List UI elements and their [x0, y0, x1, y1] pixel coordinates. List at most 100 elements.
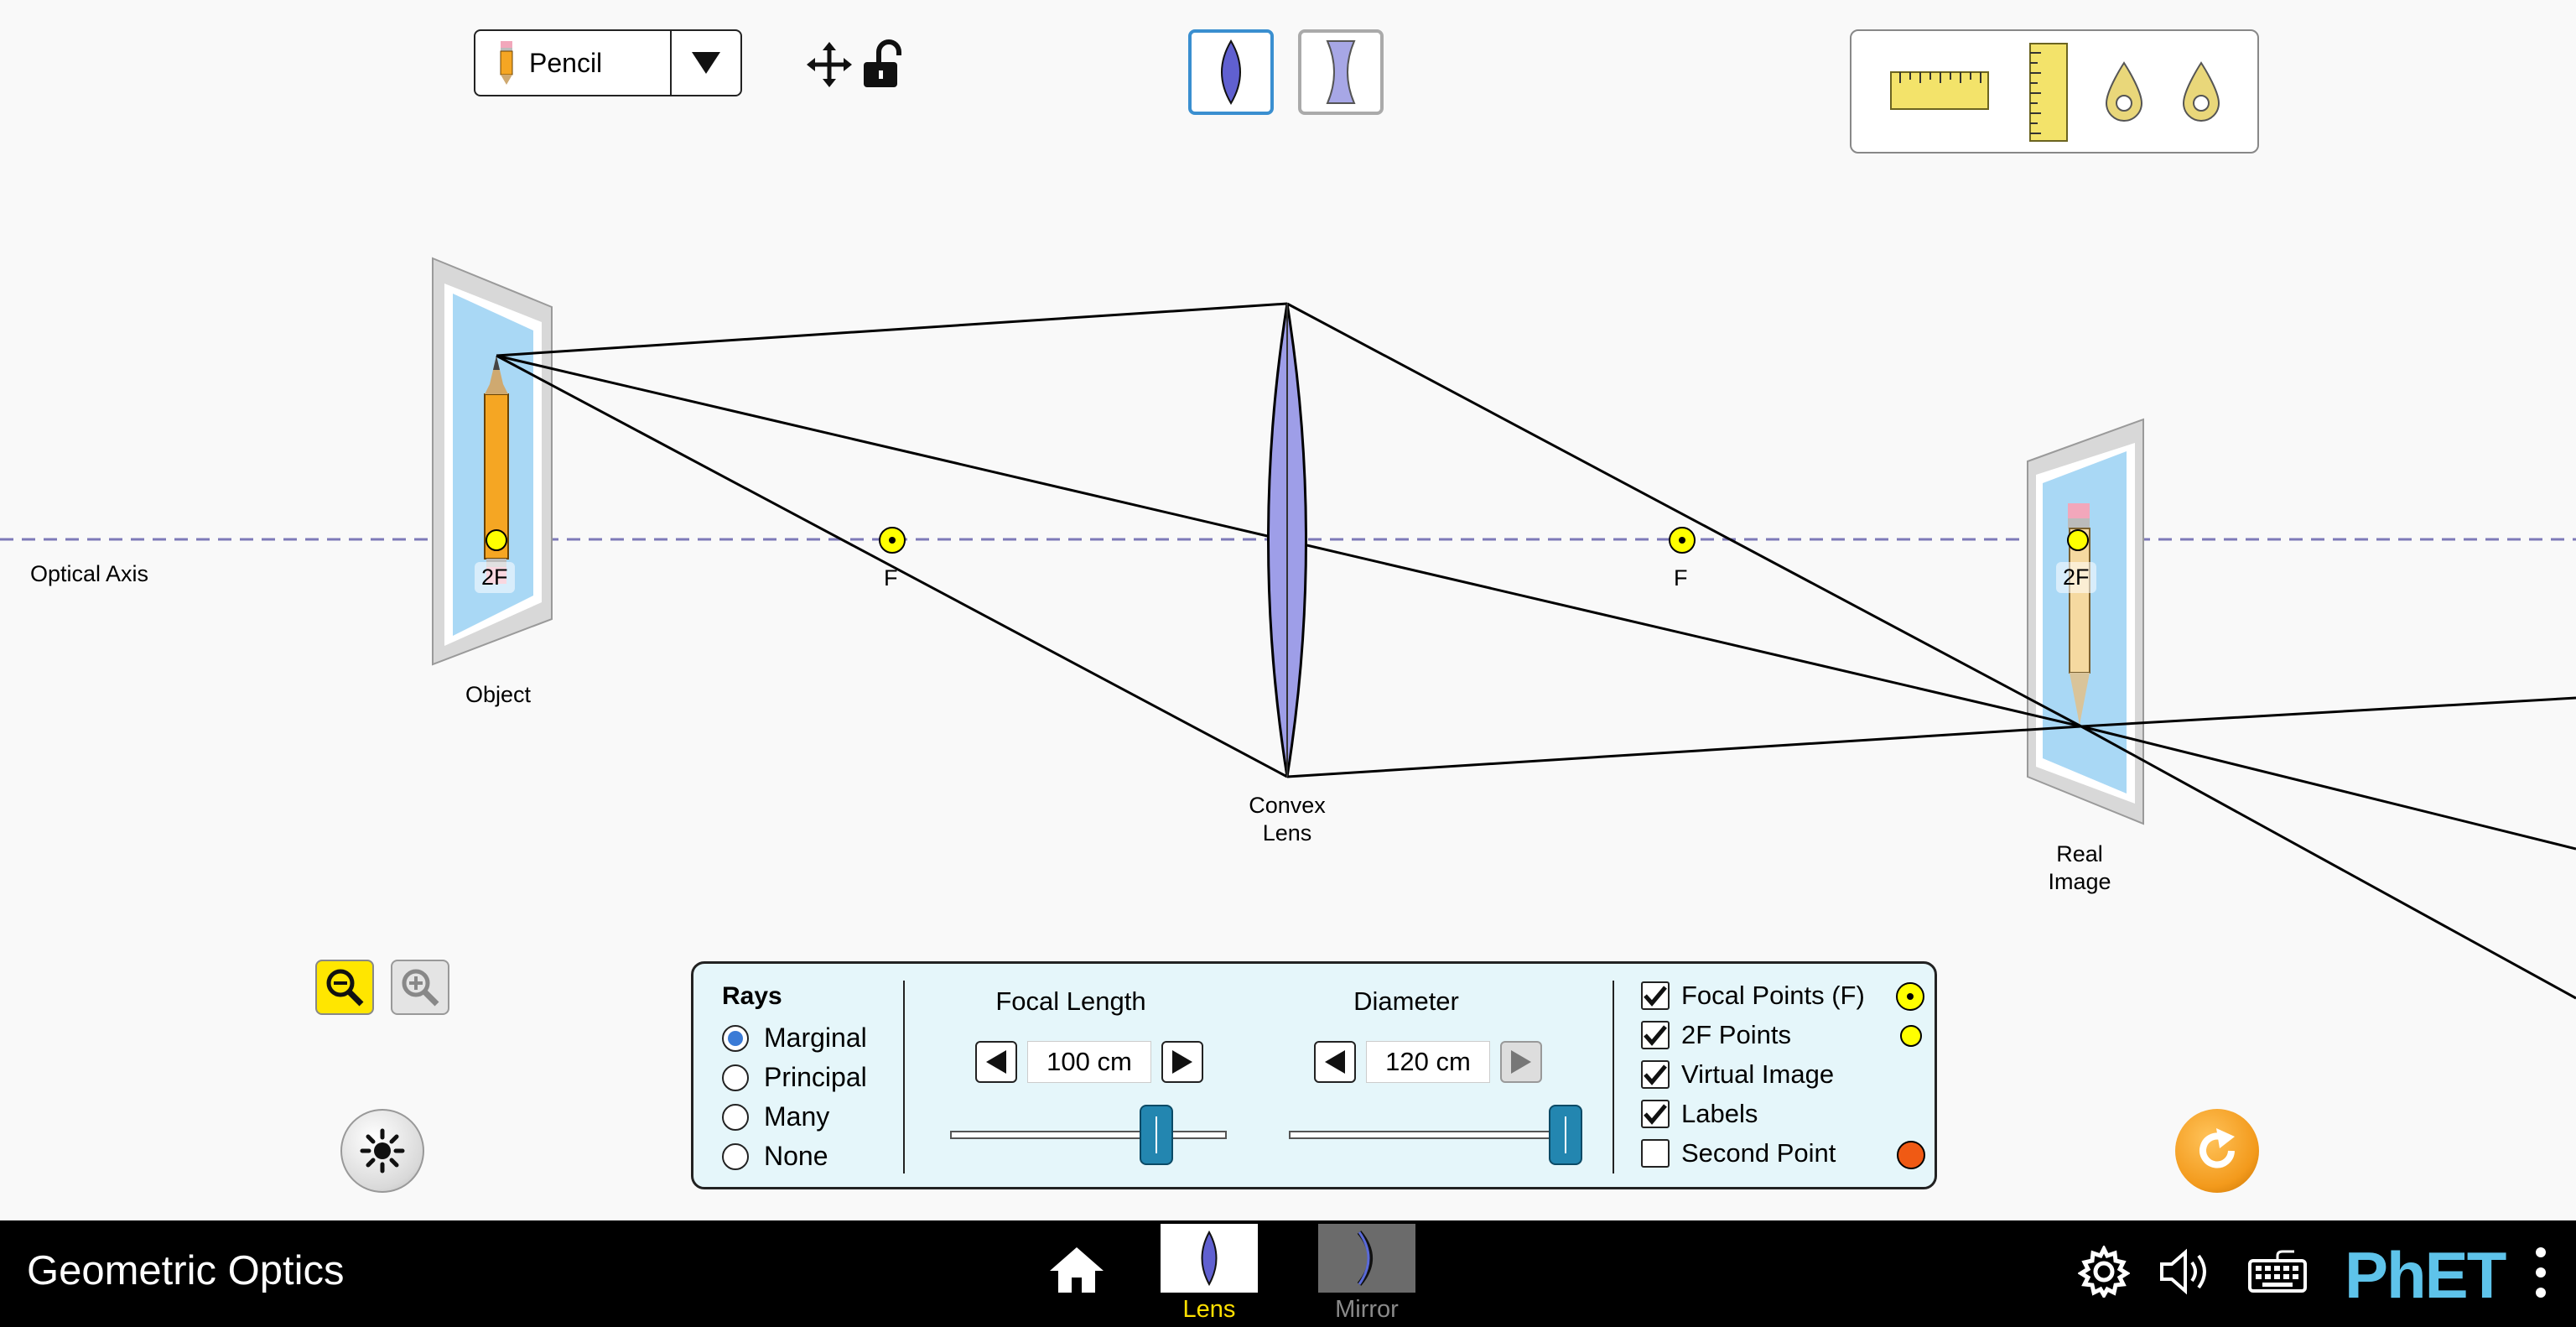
- checkbox-2f-points[interactable]: 2F Points: [1641, 1020, 1791, 1050]
- checkbox-virtual-image[interactable]: Virtual Image: [1641, 1059, 1834, 1090]
- ray-option-many[interactable]: Many: [722, 1101, 829, 1132]
- lens-label-line2: Lens: [1262, 820, 1312, 846]
- audio-icon[interactable]: [2158, 1246, 2217, 1298]
- focal-length-decrement[interactable]: [975, 1041, 1017, 1083]
- ray-option-label: None: [764, 1141, 828, 1171]
- second-point-legend-icon: [1897, 1141, 1925, 1169]
- object-label: Object: [465, 682, 532, 707]
- radio-button[interactable]: [722, 1142, 749, 1170]
- focal-point-right: [1669, 527, 1696, 554]
- checkbox-label: Second Point: [1681, 1138, 1836, 1168]
- checkmark-icon: [1644, 986, 1667, 1007]
- light-source-button[interactable]: [340, 1109, 424, 1193]
- twoF-label-left: 2F: [475, 562, 515, 593]
- rays-title: Rays: [722, 982, 782, 1010]
- zoom-out-icon: [326, 969, 364, 1007]
- phet-logo[interactable]: PhET: [2345, 1237, 2506, 1314]
- pencil-icon: [500, 41, 513, 85]
- image-label: Real Image: [2029, 840, 2130, 896]
- object-frame[interactable]: [432, 257, 553, 666]
- checkbox[interactable]: [1641, 981, 1670, 1010]
- concave-lens-button[interactable]: [1298, 29, 1384, 115]
- horizontal-ruler-icon[interactable]: [1890, 71, 1989, 110]
- light-sensor-icon[interactable]: [2180, 61, 2222, 123]
- ray-option-principal[interactable]: Principal: [722, 1062, 867, 1093]
- diameter-slider-thumb[interactable]: [1549, 1105, 1582, 1165]
- lens-label-line1: Convex: [1249, 793, 1326, 818]
- app-title: Geometric Optics: [27, 1248, 345, 1293]
- checkbox-labels[interactable]: Labels: [1641, 1099, 1758, 1129]
- image-label-line1: Real: [2056, 841, 2103, 866]
- checkbox[interactable]: [1641, 1060, 1670, 1089]
- image-label-line2: Image: [2048, 869, 2111, 894]
- home-icon[interactable]: [1048, 1246, 1105, 1294]
- convex-lens-icon: [1221, 39, 1241, 105]
- convex-lens-icon: [1201, 1231, 1218, 1286]
- checkbox-label: Labels: [1681, 1099, 1758, 1128]
- screen-tab-mirror-label[interactable]: Mirror: [1308, 1296, 1426, 1324]
- focal-length-increment[interactable]: [1161, 1041, 1203, 1083]
- checkbox[interactable]: [1641, 1139, 1670, 1168]
- panel-divider: [1613, 981, 1614, 1173]
- sun-icon: [360, 1128, 405, 1173]
- more-icon[interactable]: [2532, 1246, 2549, 1299]
- image-frame: [2027, 418, 2144, 825]
- right-arrow-icon: [1172, 1050, 1192, 1074]
- object-selector-label: Pencil: [529, 47, 603, 78]
- zoom-in-button[interactable]: [391, 960, 449, 1015]
- focal-length-slider-thumb[interactable]: [1140, 1105, 1173, 1165]
- left-arrow-icon: [986, 1050, 1006, 1074]
- focal-label-left: F: [884, 565, 898, 591]
- toolbox: [1850, 29, 2259, 154]
- screen-tab-mirror[interactable]: [1318, 1224, 1415, 1293]
- twoF-label-right: 2F: [2056, 562, 2096, 593]
- light-sensor-icon[interactable]: [2103, 61, 2145, 123]
- reset-all-button[interactable]: [2175, 1109, 2259, 1193]
- checkbox-label: Focal Points (F): [1681, 981, 1865, 1010]
- convex-lens-button[interactable]: [1188, 29, 1274, 115]
- twoF-point-legend-icon: [1900, 1025, 1922, 1047]
- control-panel: Rays Marginal Principal Many None Focal …: [691, 961, 1937, 1189]
- screen-tab-lens[interactable]: [1161, 1224, 1258, 1293]
- settings-icon[interactable]: [2078, 1246, 2130, 1298]
- keyboard-icon[interactable]: [2247, 1249, 2308, 1294]
- optical-axis-label: Optical Axis: [30, 561, 149, 586]
- right-arrow-icon: [1511, 1050, 1531, 1074]
- checkmark-icon: [1644, 1104, 1667, 1125]
- unlocked-padlock-icon[interactable]: [860, 39, 907, 89]
- focal-length-title: Focal Length: [995, 986, 1146, 1016]
- lens-label: Convex Lens: [1233, 792, 1342, 847]
- checkbox[interactable]: [1641, 1100, 1670, 1128]
- radio-button[interactable]: [722, 1024, 749, 1052]
- navigation-bar: Geometric Optics Lens Mirror PhET: [0, 1220, 2576, 1327]
- diameter-slider-track[interactable]: [1289, 1131, 1571, 1139]
- convex-lens[interactable]: [1267, 303, 1307, 778]
- diameter-decrement[interactable]: [1314, 1041, 1356, 1083]
- ray-option-marginal[interactable]: Marginal: [722, 1023, 867, 1054]
- twoF-point-right: [2067, 529, 2089, 551]
- diameter-title: Diameter: [1353, 986, 1459, 1016]
- object-selector[interactable]: Pencil: [474, 29, 742, 96]
- vertical-ruler-icon[interactable]: [2029, 43, 2068, 142]
- checkbox-second-point[interactable]: Second Point: [1641, 1138, 1836, 1168]
- screen-tab-lens-label[interactable]: Lens: [1150, 1296, 1268, 1324]
- focal-label-right: F: [1674, 565, 1688, 591]
- mirror-icon: [1357, 1231, 1373, 1286]
- checkmark-icon: [1644, 1064, 1667, 1085]
- left-arrow-icon: [1325, 1050, 1345, 1074]
- radio-button[interactable]: [722, 1064, 749, 1091]
- light-rays: [496, 302, 2576, 1000]
- checkbox-focal-points[interactable]: Focal Points (F): [1641, 981, 1865, 1011]
- checkmark-icon: [1644, 1025, 1667, 1046]
- diameter-increment[interactable]: [1500, 1041, 1542, 1083]
- ray-option-none[interactable]: None: [722, 1141, 828, 1172]
- panel-divider: [903, 981, 905, 1173]
- focal-point-left: [879, 527, 906, 554]
- focal-length-slider-track[interactable]: [950, 1131, 1227, 1139]
- four-way-arrow-icon[interactable]: [807, 42, 852, 87]
- checkbox[interactable]: [1641, 1021, 1670, 1049]
- zoom-out-button[interactable]: [315, 960, 374, 1015]
- dropdown-arrow-icon[interactable]: [670, 31, 740, 95]
- radio-button[interactable]: [722, 1103, 749, 1131]
- twoF-point-left: [486, 529, 507, 551]
